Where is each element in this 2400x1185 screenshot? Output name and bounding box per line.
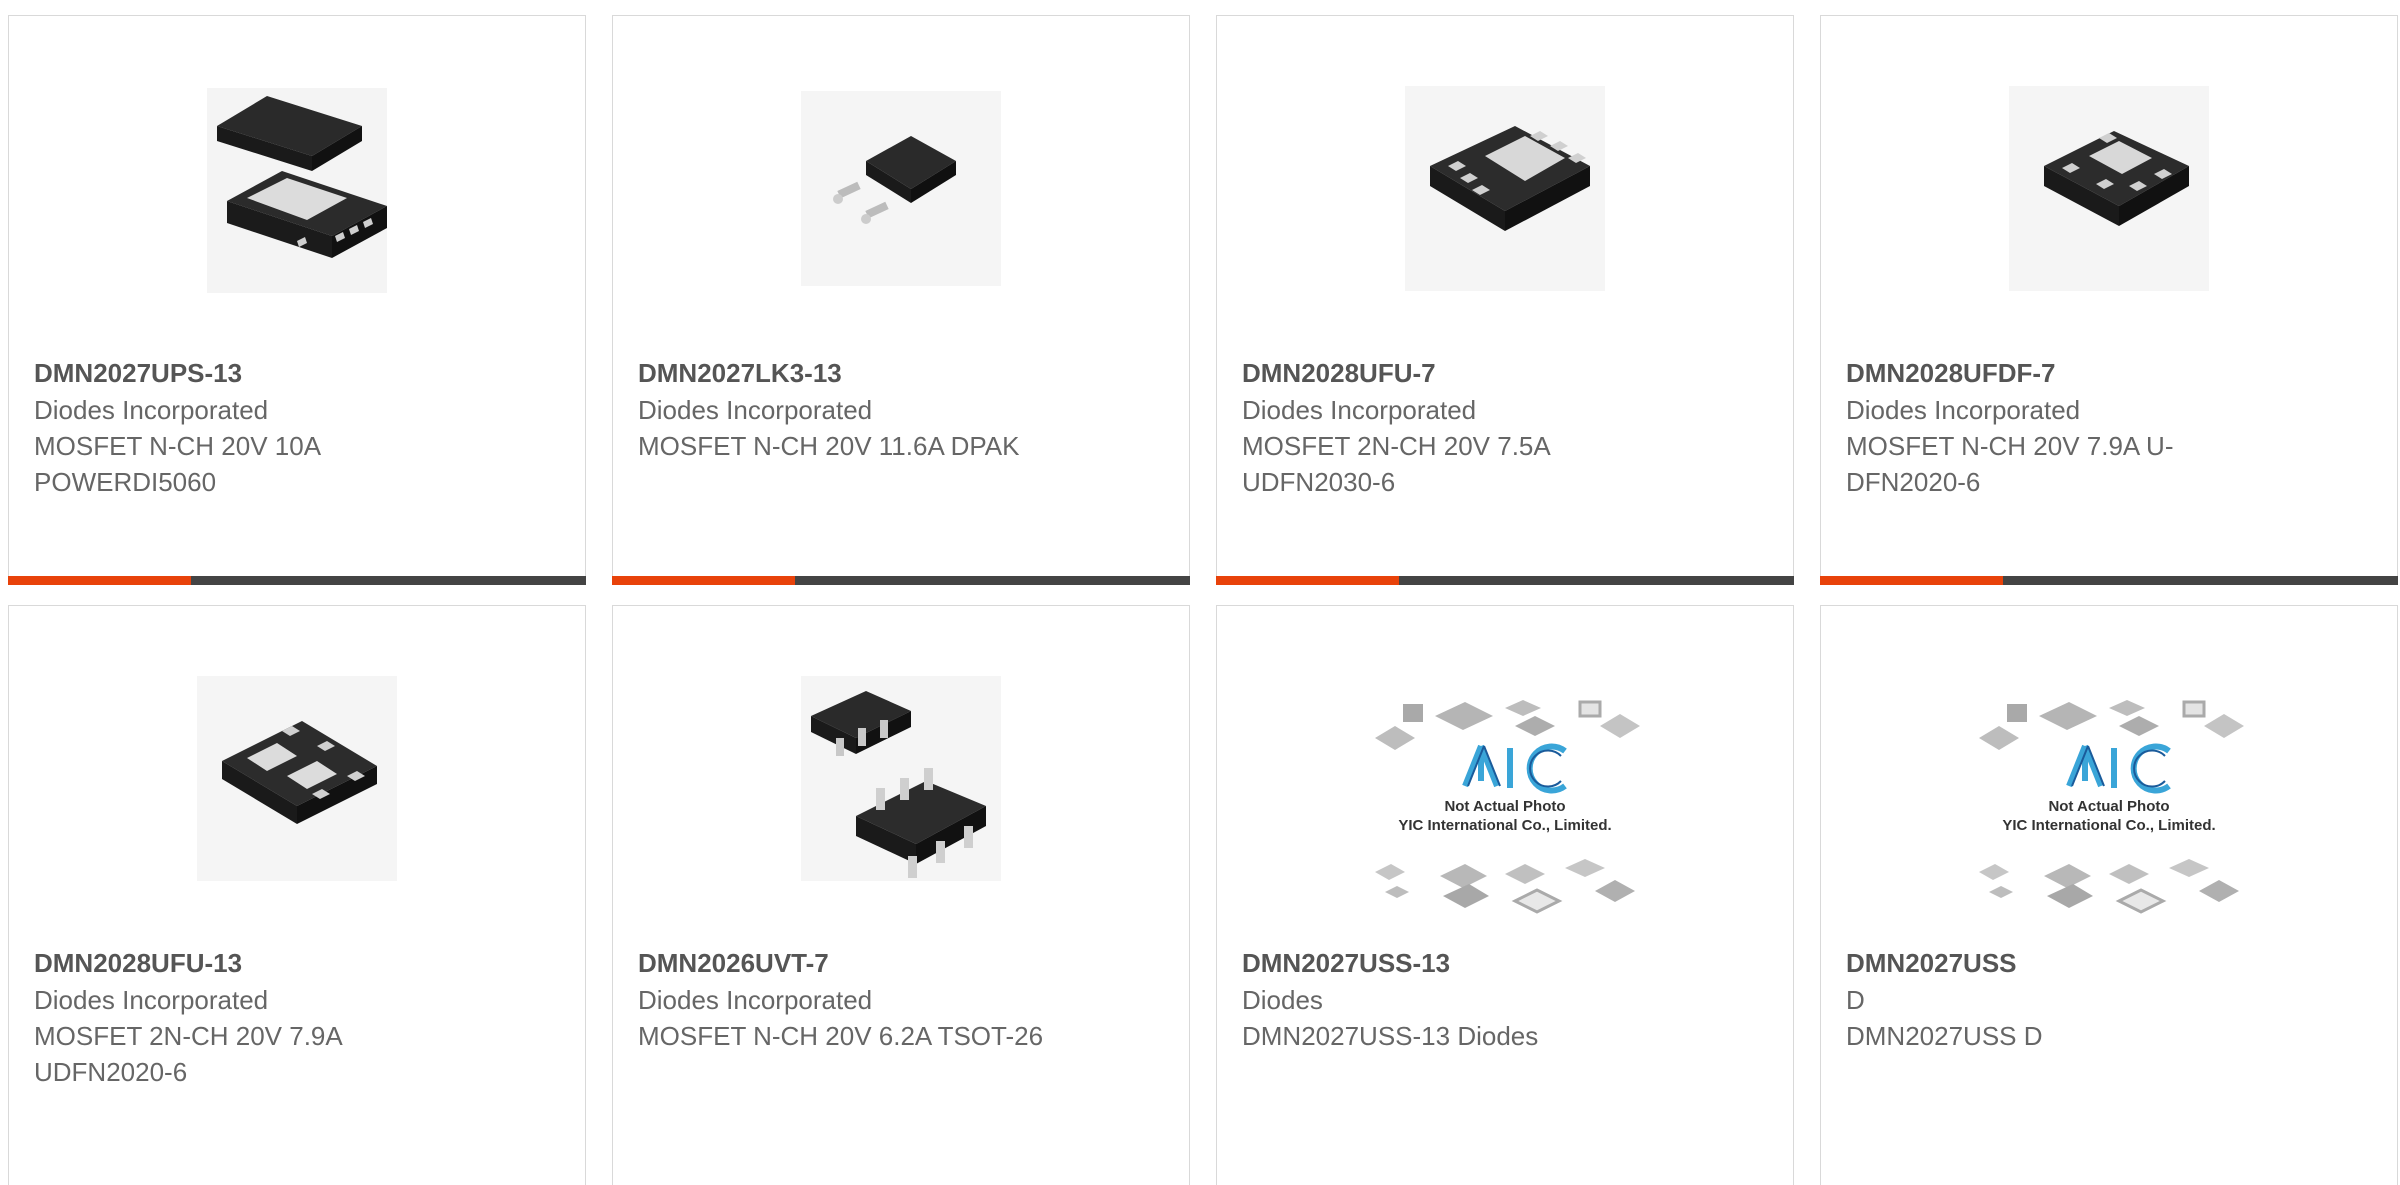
placeholder-photo-icon: Not Actual Photo YIC International Co., … [1979,700,2244,914]
product-card[interactable]: DMN2027UPS-13 Diodes Incorporated MOSFET… [8,15,586,585]
manufacturer: D [1846,985,1865,1015]
powerdi5060-package-icon [207,88,387,293]
product-description: MOSFET 2N-CH 20V 7.5A UDFN2030-6 [1242,431,1550,497]
placeholder-caption: Not Actual Photo [2048,798,2169,815]
product-card[interactable]: DMN2028UFU-13 Diodes Incorporated MOSFET… [8,605,586,1185]
manufacturer: Diodes Incorporated [638,395,873,425]
card-accent-bar [1216,576,1794,585]
placeholder-caption: Not Actual Photo [1444,798,1565,815]
part-number[interactable]: DMN2027USS-13 [1242,946,1662,980]
placeholder-company: YIC International Co., Limited. [2002,817,2215,834]
part-number[interactable]: DMN2028UFDF-7 [1846,356,2266,390]
product-description: MOSFET N-CH 20V 10A POWERDI5060 [34,431,320,497]
product-description: MOSFET 2N-CH 20V 7.9A UDFN2020-6 [34,1021,342,1087]
manufacturer: Diodes [1242,985,1323,1015]
card-accent-bar [1820,576,2398,585]
dpak-package-icon [801,91,1001,286]
manufacturer: Diodes Incorporated [638,985,873,1015]
manufacturer: Diodes Incorporated [34,985,269,1015]
product-image[interactable]: Not Actual Photo YIC International Co., … [1821,696,2397,926]
product-image[interactable] [613,76,1189,306]
product-card[interactable]: DMN2026UVT-7 Diodes Incorporated MOSFET … [612,605,1190,1185]
product-card[interactable]: DMN2028UFU-7 Diodes Incorporated MOSFET … [1216,15,1794,585]
part-number[interactable]: DMN2027UPS-13 [34,356,454,390]
product-image[interactable] [613,666,1189,896]
product-card[interactable]: Not Actual Photo YIC International Co., … [1216,605,1794,1185]
placeholder-photo-icon: Not Actual Photo YIC International Co., … [1375,700,1640,914]
product-description: DMN2027USS D [1846,1021,2043,1051]
product-description: MOSFET N-CH 20V 11.6A DPAK [638,431,1020,461]
placeholder-company: YIC International Co., Limited. [1398,817,1611,834]
part-number[interactable]: DMN2026UVT-7 [638,946,1058,980]
product-image[interactable] [9,666,585,896]
manufacturer: Diodes Incorporated [1846,395,2081,425]
product-description: MOSFET N-CH 20V 6.2A TSOT-26 [638,1021,1044,1051]
product-description: MOSFET N-CH 20V 7.9A U-DFN2020-6 [1846,431,2174,497]
card-accent-bar [8,576,586,585]
product-image[interactable] [9,76,585,306]
part-number[interactable]: DMN2027USS [1846,946,2266,980]
product-card[interactable]: DMN2028UFDF-7 Diodes Incorporated MOSFET… [1820,15,2398,585]
product-image[interactable]: Not Actual Photo YIC International Co., … [1217,696,1793,926]
product-image[interactable] [1217,76,1793,306]
tsot26-package-icon [801,676,1001,881]
product-card[interactable]: Not Actual Photo YIC International Co., … [1820,605,2398,1185]
udfn-package-icon [2009,86,2209,291]
part-number[interactable]: DMN2028UFU-13 [34,946,454,980]
manufacturer: Diodes Incorporated [1242,395,1477,425]
udfn-package-icon [1405,86,1605,291]
part-number[interactable]: DMN2028UFU-7 [1242,356,1662,390]
card-accent-bar [612,576,1190,585]
manufacturer: Diodes Incorporated [34,395,269,425]
product-grid: DMN2027UPS-13 Diodes Incorporated MOSFET… [0,0,2400,1185]
product-description: DMN2027USS-13 Diodes [1242,1021,1539,1051]
udfn-dual-package-icon [197,676,397,881]
part-number[interactable]: DMN2027LK3-13 [638,356,1058,390]
product-image[interactable] [1821,76,2397,306]
product-card[interactable]: DMN2027LK3-13 Diodes Incorporated MOSFET… [612,15,1190,585]
